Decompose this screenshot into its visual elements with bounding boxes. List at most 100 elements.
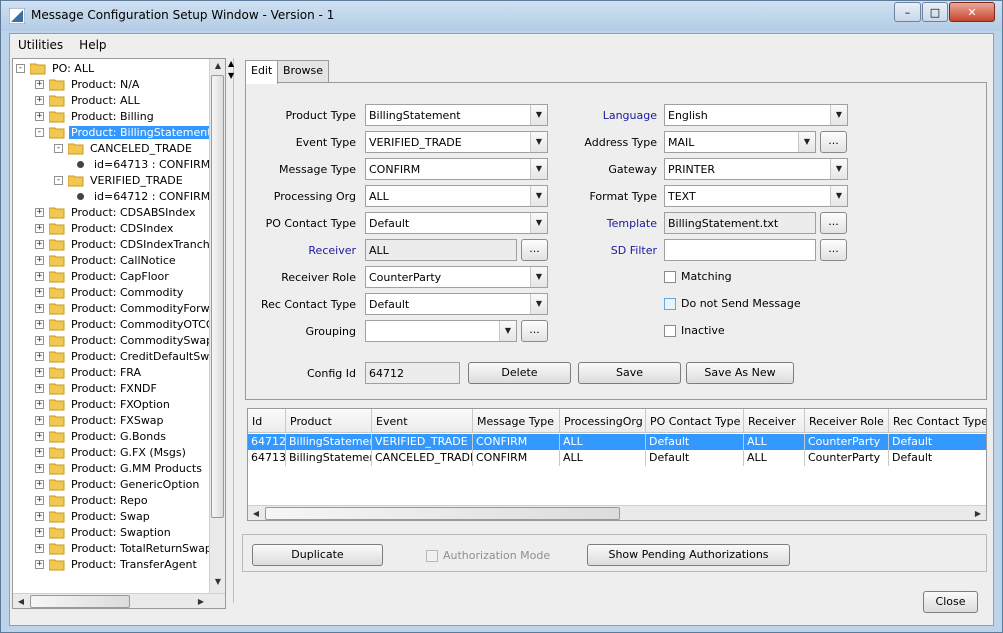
close-button[interactable]: Close (923, 591, 978, 613)
gateway-select[interactable]: PRINTER ▼ (664, 158, 848, 180)
do-not-send-checkbox[interactable]: Do not Send Message (664, 297, 801, 310)
collapse-icon[interactable]: - (35, 127, 44, 137)
scroll-down-icon[interactable]: ▼ (210, 577, 225, 586)
column-header[interactable]: Id (248, 409, 286, 433)
expand-icon[interactable]: + (35, 287, 44, 297)
column-header[interactable]: Rec Contact Type (889, 409, 986, 433)
message-type-select[interactable]: CONFIRM ▼ (365, 158, 548, 180)
tree-item[interactable]: + Product: TotalReturnSwap (35, 540, 209, 556)
splitter[interactable] (233, 58, 234, 603)
expand-icon[interactable]: + (35, 559, 44, 569)
column-header[interactable]: Product (286, 409, 372, 433)
scroll-right-icon[interactable]: ▶ (193, 597, 209, 606)
chevron-down-icon[interactable]: ▼ (530, 267, 547, 287)
expand-icon[interactable]: + (35, 111, 44, 121)
receiver-label[interactable]: Receiver (308, 244, 356, 257)
scroll-right-icon[interactable]: ▶ (970, 509, 986, 518)
expand-icon[interactable]: + (35, 543, 44, 553)
table-row[interactable]: 64713 BillingStatement CANCELED_TRADE CONFI… (248, 450, 986, 466)
rec-contact-type-select[interactable]: Default ▼ (365, 293, 548, 315)
expand-icon[interactable]: + (35, 367, 44, 377)
tree-item[interactable]: + Product: CapFloor (35, 268, 171, 284)
tree-item[interactable]: + Product: G.MM Products (35, 460, 204, 476)
show-pending-authorizations-button[interactable]: Show Pending Authorizations (587, 544, 790, 566)
collapse-icon[interactable]: - (16, 63, 25, 73)
sd-filter-label[interactable]: SD Filter (611, 244, 657, 257)
menu-utilities[interactable]: Utilities (10, 34, 71, 56)
tree-item[interactable]: + Product: Swap (35, 508, 152, 524)
expand-icon[interactable]: + (35, 415, 44, 425)
tree-root[interactable]: - PO: ALL (16, 60, 96, 76)
splitter-collapse-icon[interactable]: ▼ (228, 71, 234, 80)
expand-icon[interactable]: + (35, 495, 44, 505)
address-type-select[interactable]: MAIL ▼ (664, 131, 816, 153)
tree-item[interactable]: + Product: FXNDF (35, 380, 159, 396)
chevron-down-icon[interactable]: ▼ (830, 186, 847, 206)
menu-help[interactable]: Help (71, 34, 114, 56)
template-browse-button[interactable]: ... (820, 212, 847, 234)
tree-item[interactable]: - VERIFIED_TRADE (54, 172, 185, 188)
table-horizontal-scroll-thumb[interactable] (265, 507, 620, 520)
scroll-up-icon[interactable]: ▲ (210, 61, 225, 70)
expand-icon[interactable]: + (35, 527, 44, 537)
tree-leaf-item[interactable]: id=64713 : CONFIRM (73, 156, 209, 172)
tree-item[interactable]: + Product: ALL (35, 92, 142, 108)
splitter-expand-icon[interactable]: ▲ (228, 59, 234, 68)
column-header[interactable]: Message Type (473, 409, 560, 433)
tree-item[interactable]: + Product: CDSABSIndex (35, 204, 197, 220)
column-header[interactable]: Event (372, 409, 473, 433)
sd-filter-browse-button[interactable]: ... (820, 239, 847, 261)
matching-checkbox[interactable]: Matching (664, 270, 732, 283)
save-as-new-button[interactable]: Save As New (686, 362, 794, 384)
chevron-down-icon[interactable]: ▼ (830, 105, 847, 125)
tree-item[interactable]: - CANCELED_TRADE (54, 140, 194, 156)
chevron-down-icon[interactable]: ▼ (530, 294, 547, 314)
tree-item[interactable]: + Product: CommoditySwap2 (35, 332, 209, 348)
close-window-button[interactable]: ✕ (949, 2, 995, 22)
tree-item[interactable]: - Product: BillingStatement (35, 124, 209, 140)
tab-browse[interactable]: Browse (277, 60, 330, 82)
chevron-down-icon[interactable]: ▼ (530, 213, 547, 233)
chevron-down-icon[interactable]: ▼ (530, 159, 547, 179)
language-select[interactable]: English ▼ (664, 104, 848, 126)
sd-filter-field[interactable] (664, 239, 816, 261)
format-type-select[interactable]: TEXT ▼ (664, 185, 848, 207)
tree-item[interactable]: + Product: N/A (35, 76, 141, 92)
chevron-down-icon[interactable]: ▼ (798, 132, 815, 152)
expand-icon[interactable]: + (35, 223, 44, 233)
tree-item[interactable]: + Product: CommodityOTCOption (35, 316, 209, 332)
tree-view[interactable]: - PO: ALL + Product: N/A + Product: ALL + Pro… (13, 59, 209, 593)
column-header[interactable]: ProcessingOrg (560, 409, 646, 433)
tree-item[interactable]: + Product: FRA (35, 364, 143, 380)
expand-icon[interactable]: + (35, 399, 44, 409)
checkbox-icon[interactable] (664, 270, 676, 283)
chevron-down-icon[interactable]: ▼ (530, 105, 547, 125)
tree-item[interactable]: + Product: Billing (35, 108, 156, 124)
tree-item[interactable]: + Product: Repo (35, 492, 150, 508)
expand-icon[interactable]: + (35, 463, 44, 473)
checkbox-icon[interactable] (664, 297, 676, 310)
expand-icon[interactable]: + (35, 79, 44, 89)
column-header[interactable]: PO Contact Type (646, 409, 744, 433)
minimize-button[interactable]: – (894, 2, 921, 22)
tree-item[interactable]: + Product: G.FX (Msgs) (35, 444, 188, 460)
tree-horizontal-scrollbar[interactable]: ◀ ▶ (13, 593, 225, 608)
table-row[interactable]: 64712 BillingStatement VERIFIED_TRADE CONFI… (248, 434, 986, 450)
tree-item[interactable]: + Product: CDSIndexTranche (35, 236, 209, 252)
tree-item[interactable]: + Product: Commodity (35, 284, 185, 300)
scroll-left-icon[interactable]: ◀ (13, 597, 29, 606)
tree-item[interactable]: + Product: CommodityForward (35, 300, 209, 316)
receiver-role-select[interactable]: CounterParty ▼ (365, 266, 548, 288)
expand-icon[interactable]: + (35, 447, 44, 457)
column-header[interactable]: Receiver Role (805, 409, 889, 433)
tree-item[interactable]: + Product: FXSwap (35, 412, 166, 428)
table-horizontal-scrollbar[interactable]: ◀ ▶ (248, 505, 986, 520)
processing-org-select[interactable]: ALL ▼ (365, 185, 548, 207)
chevron-down-icon[interactable]: ▼ (830, 159, 847, 179)
title-bar[interactable]: Message Configuration Setup Window - Ver… (1, 1, 1002, 31)
tree-leaf-item[interactable]: id=64712 : CONFIRM (73, 188, 209, 204)
tree-item[interactable]: + Product: CDSIndex (35, 220, 175, 236)
chevron-down-icon[interactable]: ▼ (499, 321, 516, 341)
po-contact-type-select[interactable]: Default ▼ (365, 212, 548, 234)
tree-item[interactable]: + Product: FXOption (35, 396, 172, 412)
